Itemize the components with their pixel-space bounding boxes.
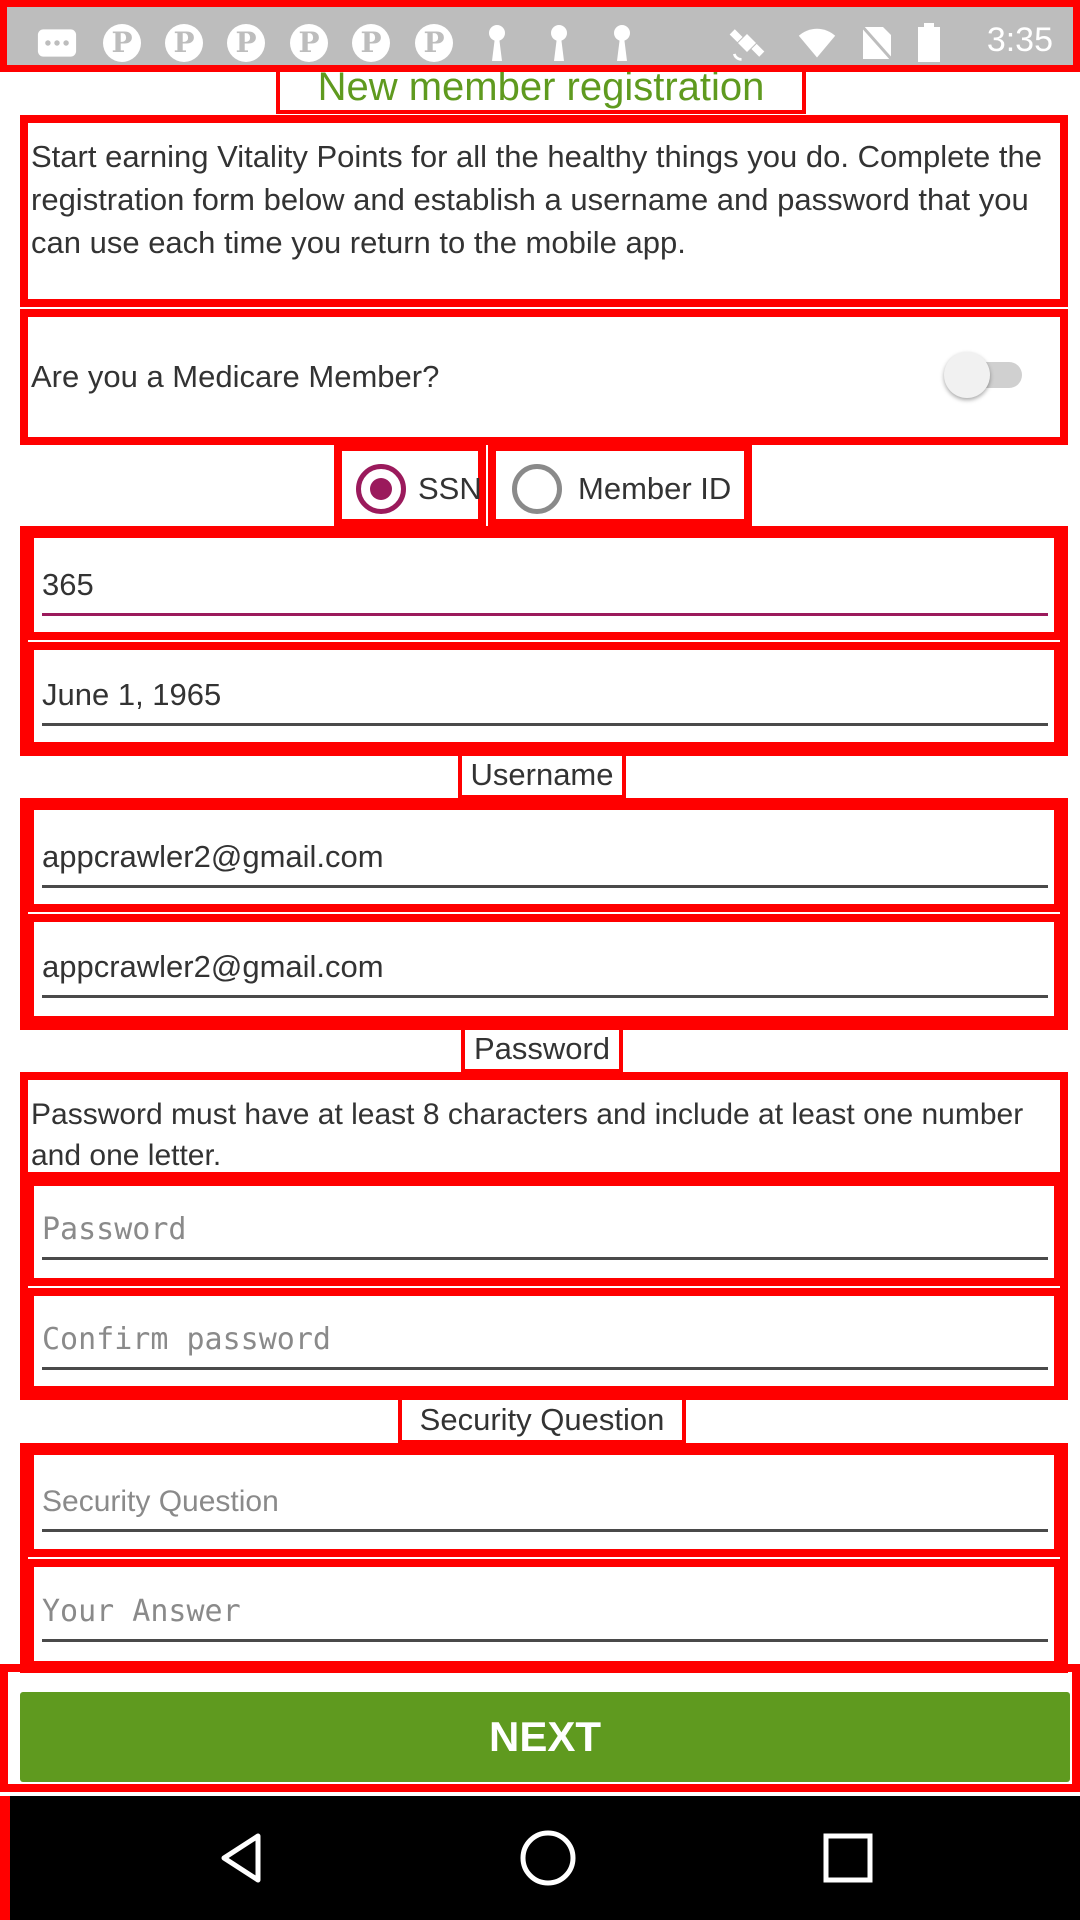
password-placeholder: Password — [42, 1212, 187, 1247]
intro-text: Start earning Vitality Points for all th… — [31, 139, 1042, 260]
ssn-value: 365 — [42, 567, 94, 602]
medicare-toggle[interactable] — [944, 352, 1024, 398]
radio-member-id-label: Member ID — [578, 471, 732, 506]
pinterest-icon: P — [414, 23, 454, 63]
radio-ssn[interactable]: SSN — [334, 443, 486, 527]
answer-input[interactable]: Your Answer — [42, 1582, 1048, 1642]
username-label: Username — [458, 751, 626, 799]
pinterest-icon: P — [226, 23, 266, 63]
ssn-input[interactable]: 365 — [42, 556, 1048, 616]
medicare-question: Are you a Medicare Member? — [31, 359, 440, 394]
pinterest-icon: P — [351, 23, 391, 63]
keyhole-icon — [602, 23, 642, 63]
back-icon[interactable] — [214, 1830, 270, 1886]
username-value: appcrawler2@gmail.com — [42, 839, 384, 874]
message-icon — [37, 23, 77, 63]
home-icon[interactable] — [518, 1828, 578, 1888]
password-label: Password — [461, 1025, 623, 1073]
password-input[interactable]: Password — [42, 1200, 1048, 1260]
security-question-input[interactable]: Security Question — [42, 1472, 1048, 1532]
medicare-row: Are you a Medicare Member? — [20, 309, 1068, 445]
pinterest-icon: P — [164, 23, 204, 63]
battery-icon — [909, 23, 949, 63]
dob-value: June 1, 1965 — [42, 677, 222, 712]
password-hint: Password must have at least 8 characters… — [31, 1098, 1024, 1172]
answer-placeholder: Your Answer — [42, 1594, 241, 1629]
wifi-icon — [797, 23, 837, 63]
next-button[interactable]: NEXT — [20, 1692, 1070, 1782]
confirm-username-value: appcrawler2@gmail.com — [42, 949, 384, 984]
confirm-password-input[interactable]: Confirm password — [42, 1310, 1048, 1370]
status-time: 3:35 — [986, 21, 1053, 59]
status-bar: P P P P P P 3:35 — [0, 0, 1080, 72]
no-sim-icon — [857, 23, 897, 63]
recents-icon[interactable] — [822, 1832, 874, 1884]
password-hint-box: Password must have at least 8 characters… — [20, 1072, 1068, 1180]
security-question-label: Security Question — [398, 1396, 686, 1444]
keyhole-icon — [477, 23, 517, 63]
pinterest-icon: P — [102, 23, 142, 63]
navigation-bar — [0, 1796, 1080, 1920]
radio-member-id[interactable]: Member ID — [488, 443, 752, 527]
dob-input[interactable]: June 1, 1965 — [42, 666, 1048, 726]
confirm-password-placeholder: Confirm password — [42, 1322, 331, 1357]
radio-selected-icon — [356, 464, 406, 514]
toggle-thumb — [944, 352, 990, 398]
confirm-username-input[interactable]: appcrawler2@gmail.com — [42, 938, 1048, 998]
intro-section: Start earning Vitality Points for all th… — [20, 115, 1068, 307]
fake-gps-icon — [727, 23, 767, 63]
keyhole-icon — [539, 23, 579, 63]
annotation-edge — [0, 1796, 10, 1920]
radio-unselected-icon — [512, 464, 562, 514]
page-title: New member registration — [276, 68, 806, 114]
radio-ssn-label: SSN — [418, 471, 482, 506]
security-question-placeholder: Security Question — [42, 1485, 279, 1518]
pinterest-icon: P — [289, 23, 329, 63]
username-input[interactable]: appcrawler2@gmail.com — [42, 828, 1048, 888]
